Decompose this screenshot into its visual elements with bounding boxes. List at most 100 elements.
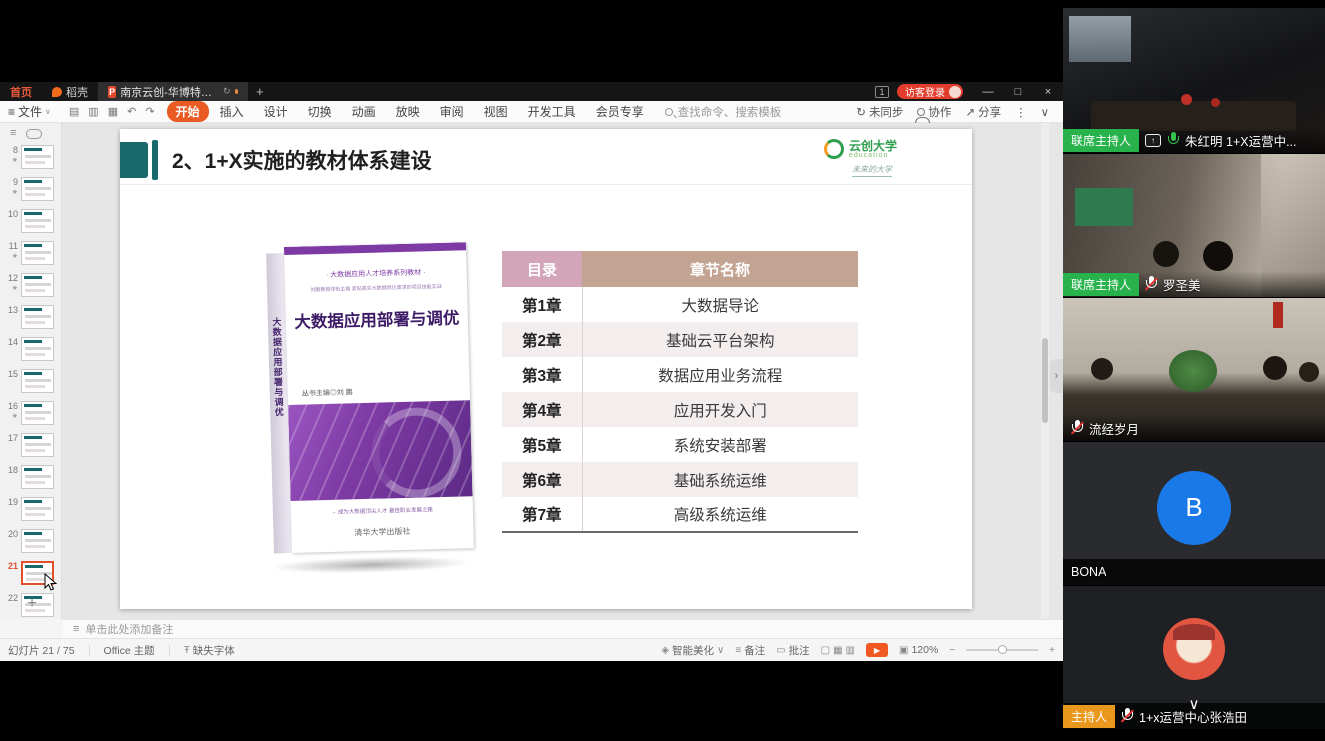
print-preview-icon[interactable]: ▦: [108, 105, 118, 118]
slide-thumb-18[interactable]: 18: [0, 463, 61, 494]
slide-thumb-12[interactable]: 12★: [0, 271, 61, 302]
slide-thumb-16[interactable]: 16★: [0, 399, 61, 430]
panel-collapse-handle[interactable]: ›: [1050, 359, 1063, 393]
hamburger-icon: ≡: [8, 105, 15, 119]
notes-bar[interactable]: ≡ 单击此处添加备注: [63, 619, 1063, 638]
menu-tab-1[interactable]: 插入: [211, 101, 253, 122]
participant-label-bar: 流经岁月: [1063, 415, 1325, 441]
theme-label[interactable]: Office 主题: [104, 643, 155, 658]
notes-toggle[interactable]: ≡ 备注: [735, 643, 765, 658]
menu-tab-2[interactable]: 设计: [255, 101, 297, 122]
chapter-name-cell: 大数据导论: [582, 287, 858, 322]
search-icon: [665, 108, 673, 116]
book-series-line1: · 大数据应用人才培养系列教材 ·: [285, 266, 467, 281]
menu-tab-3[interactable]: 切换: [299, 101, 341, 122]
search-placeholder: 查找命令、搜索模板: [678, 104, 782, 120]
menu-tab-9[interactable]: 会员专享: [587, 101, 653, 122]
sync-status[interactable]: ↻ 未同步: [856, 104, 903, 120]
close-button[interactable]: ×: [1033, 82, 1063, 101]
slide-number: 20: [2, 529, 18, 539]
toc-table-body: 第1章大数据导论第2章基础云平台架构第3章数据应用业务流程第4章应用开发入门第5…: [502, 287, 858, 532]
ribbon-collapse-button[interactable]: ∨: [1041, 105, 1049, 119]
outline-toggle-icon[interactable]: ≡: [10, 127, 16, 139]
slide-preview: [21, 401, 54, 425]
fit-slide-button[interactable]: ▣ 120%: [899, 644, 938, 656]
slide-sorter-icon[interactable]: ▦: [833, 645, 842, 656]
video-tile-4[interactable]: B BONA: [1063, 442, 1325, 585]
slide-thumb-11[interactable]: 11★: [0, 239, 61, 270]
zoom-slider-knob[interactable]: [998, 645, 1007, 654]
person-icon: [917, 108, 925, 116]
slide[interactable]: 2、1+X实施的教材体系建设 云创大学 education 未来的大学: [120, 129, 972, 609]
menu-tab-5[interactable]: 放映: [387, 101, 429, 122]
print-icon[interactable]: ▥: [88, 105, 98, 118]
slide-thumb-9[interactable]: 9★: [0, 175, 61, 206]
wps-window: 首页 稻壳 P 南京云创-华博特—...4 partner ↻ + 1 访客登录…: [0, 82, 1063, 661]
logo-subtitle: education: [849, 152, 897, 159]
table-row: 第7章高级系统运维: [502, 497, 858, 532]
slideshow-play-button[interactable]: ▶: [866, 643, 888, 657]
chapter-no-cell: 第3章: [502, 357, 582, 392]
add-slide-button[interactable]: +: [22, 595, 42, 613]
slide-thumb-19[interactable]: 19: [0, 495, 61, 526]
window-tab-bar: 首页 稻壳 P 南京云创-华博特—...4 partner ↻ + 1 访客登录…: [0, 82, 1063, 101]
normal-view-icon[interactable]: ▢: [821, 645, 830, 656]
doc-sync-icon: ↻: [223, 86, 231, 97]
slide-thumb-17[interactable]: 17: [0, 431, 61, 462]
window-count-icon[interactable]: 1: [875, 86, 889, 98]
tab-home[interactable]: 首页: [0, 82, 42, 101]
zoom-out-button[interactable]: −: [949, 645, 955, 656]
zoom-slider[interactable]: [966, 649, 1038, 651]
menu-tab-6[interactable]: 审阅: [431, 101, 473, 122]
slide-thumb-10[interactable]: 10: [0, 207, 61, 238]
chapter-no-cell: 第1章: [502, 287, 582, 322]
slide-view-icon[interactable]: [26, 129, 42, 139]
reading-view-icon[interactable]: ▥: [846, 645, 855, 656]
collab-label: 协作: [928, 104, 951, 120]
comments-toggle[interactable]: ▭ 批注: [776, 643, 809, 658]
scrollbar-thumb[interactable]: [1042, 338, 1048, 423]
animation-star-icon: ★: [2, 252, 18, 260]
menu-tab-4[interactable]: 动画: [343, 101, 385, 122]
video-tile-2[interactable]: 联席主持人 罗圣美: [1063, 154, 1325, 297]
new-tab-button[interactable]: +: [248, 84, 272, 99]
zoom-in-button[interactable]: +: [1049, 645, 1055, 656]
tab-docer[interactable]: 稻壳: [42, 82, 98, 101]
missing-fonts[interactable]: Ŧ 缺失字体: [184, 643, 235, 658]
redo-icon[interactable]: ↷: [145, 105, 154, 118]
undo-icon[interactable]: ↶: [127, 105, 136, 118]
guest-login-badge[interactable]: 访客登录: [897, 84, 963, 99]
video-tile-5[interactable]: ∨ 主持人 1+x运营中心张浩田: [1063, 586, 1325, 729]
slide-thumb-8[interactable]: 8★: [0, 143, 61, 174]
video-tile-1[interactable]: 联席主持人 ↑ 朱红明 1+X运营中...: [1063, 8, 1325, 153]
sidebar-collapse-chevron[interactable]: ∨: [1189, 695, 1200, 713]
file-menu[interactable]: ≡ 文件 ∨: [0, 103, 59, 120]
menu-tab-7[interactable]: 视图: [475, 101, 517, 122]
animation-star-icon: ★: [2, 412, 18, 420]
maximize-button[interactable]: □: [1003, 82, 1033, 101]
tab-document[interactable]: P 南京云创-华博特—...4 partner ↻: [98, 82, 248, 101]
save-icon[interactable]: ▤: [69, 105, 79, 118]
anime-avatar: [1163, 618, 1225, 680]
menu-tab-0[interactable]: 开始: [167, 101, 209, 122]
menu-tab-8[interactable]: 开发工具: [519, 101, 585, 122]
slide-thumb-14[interactable]: 14: [0, 335, 61, 366]
beautify-button[interactable]: ◈ 智能美化 ∨: [661, 643, 724, 658]
command-search[interactable]: 查找命令、搜索模板: [665, 104, 782, 120]
slide-thumb-20[interactable]: 20: [0, 527, 61, 558]
share-arrow-icon: ↗: [965, 105, 975, 119]
share-button[interactable]: ↗ 分享: [965, 104, 1001, 120]
slide-number: 19: [2, 497, 18, 507]
book-cover: 大数据应用部署与调优 · 大数据应用人才培养系列教材 · 刘鹏教授领衔主编 紧贴…: [254, 242, 474, 559]
slide-thumb-13[interactable]: 13: [0, 303, 61, 334]
minimize-button[interactable]: —: [973, 82, 1003, 101]
slide-number: 14: [2, 337, 18, 347]
slide-thumb-15[interactable]: 15: [0, 367, 61, 398]
red-decor-dot: [1181, 94, 1192, 105]
chevron-down-icon: ∨: [45, 107, 51, 116]
video-tile-3[interactable]: 流经岁月: [1063, 298, 1325, 441]
canvas-scrollbar[interactable]: [1041, 123, 1049, 619]
more-options-button[interactable]: ⋮: [1015, 105, 1027, 119]
guest-login-label: 访客登录: [905, 84, 945, 99]
collaborate-button[interactable]: 协作: [917, 104, 951, 120]
